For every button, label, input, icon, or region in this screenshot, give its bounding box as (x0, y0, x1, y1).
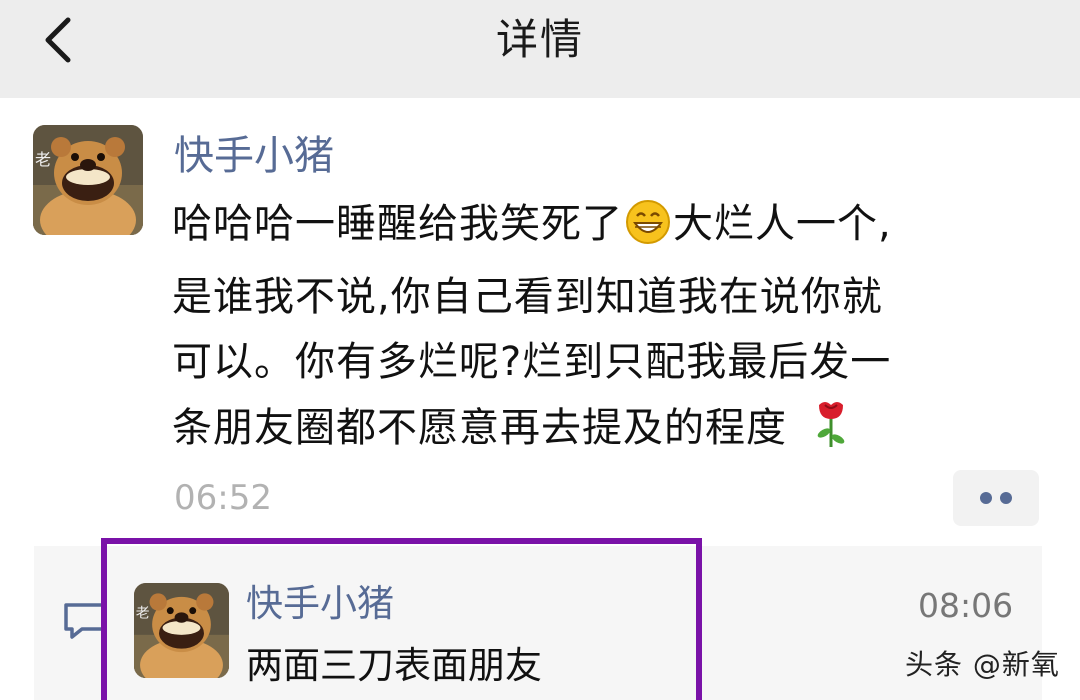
highlight-box (101, 538, 702, 700)
grinning-face-icon (625, 199, 671, 265)
top-bar: 详情 (0, 0, 1080, 98)
comment-timestamp: 08:06 (918, 586, 1014, 625)
post-timestamp: 06:52 (174, 478, 272, 518)
post-line-3: 可以。你有多烂呢?烂到只配我最后发一 (172, 339, 892, 385)
post-line-4: 条朋友圈都不愿意再去提及的程度 (172, 395, 1052, 469)
author-avatar[interactable]: 老 (33, 125, 143, 235)
svg-text:老: 老 (35, 150, 51, 169)
more-dots-icon-second (1000, 492, 1012, 504)
more-actions-button[interactable] (953, 470, 1039, 526)
post-line-2: 是谁我不说,你自己看到知道我在说你就 (172, 274, 883, 320)
author-name[interactable]: 快手小猪 (174, 128, 334, 184)
more-dots-icon (980, 492, 992, 504)
bear-avatar-icon: 老 (33, 125, 143, 235)
rose-icon (813, 395, 849, 469)
page-title: 详情 (495, 15, 584, 64)
post-text: 哈哈哈一睡醒给我笑死了 大烂人一个, 是谁我不说,你自己看到知道我在说你就 可以。… (172, 192, 1052, 469)
post-line-1: 哈哈哈一睡醒给我笑死了 大烂人一个, (172, 192, 1052, 265)
watermark: 头条 @新氧 (905, 648, 1060, 681)
